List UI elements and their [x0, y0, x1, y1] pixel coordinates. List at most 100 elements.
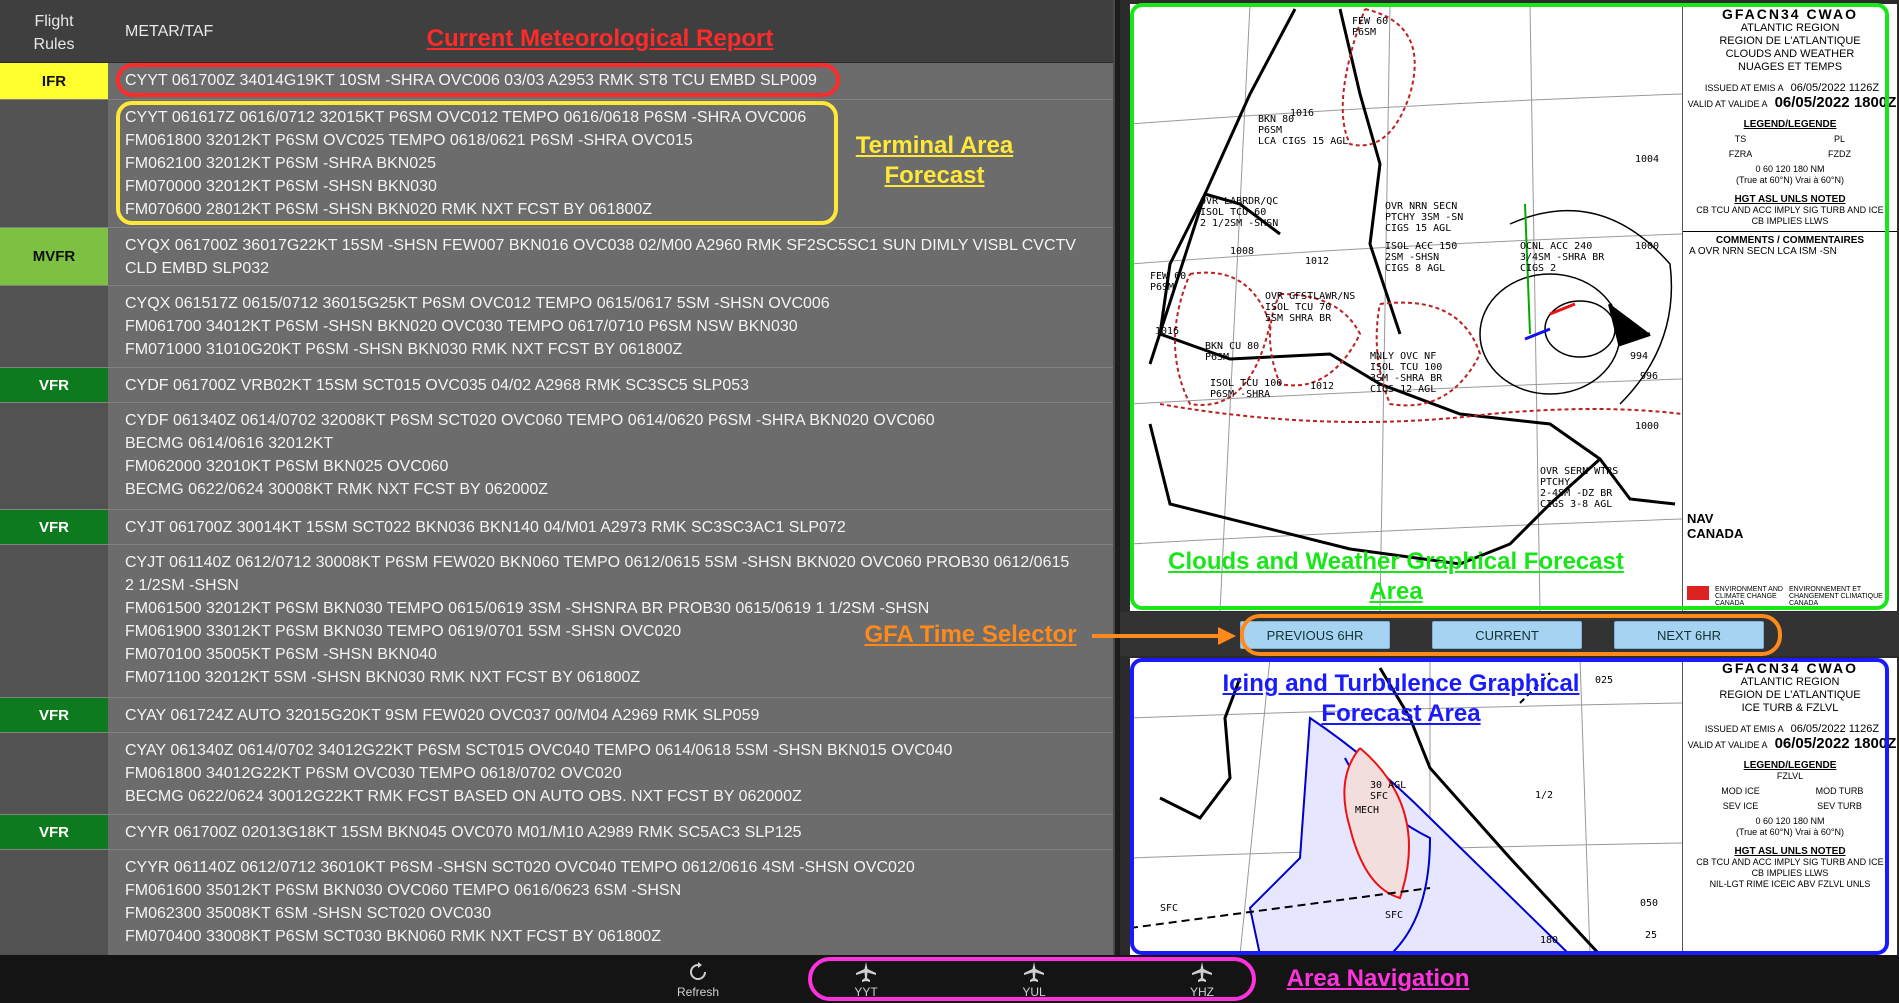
- gfa-time-arrow: [1092, 627, 1236, 645]
- flight-rules-cell: [0, 850, 108, 955]
- gfa-it-valid-label: VALID AT VALIDE A: [1687, 740, 1768, 750]
- gfa-it-region-fr: REGION DE L'ATLANTIQUE: [1719, 689, 1861, 701]
- map-label: 994: [1630, 351, 1648, 362]
- gfa-it-issued-label: ISSUED AT EMIS A: [1704, 724, 1784, 734]
- map-label: MNLY OVC NF ISOL TCU 100 3SM -SHRA BR CIGS …: [1370, 351, 1443, 395]
- map-label: OVR NRN SECN PTCHY 3SM -SN CIGS 15 AGL: [1385, 201, 1463, 234]
- metar-text: CYYR 061700Z 02013G18KT 15SM BKN045 OVC0…: [125, 824, 802, 841]
- flight-rules-cell: MVFR: [0, 228, 108, 285]
- map-label: SFC: [1160, 903, 1178, 914]
- previous-6hr-button[interactable]: PREVIOUS 6HR: [1240, 621, 1390, 649]
- flight-rules-cell: VFR: [0, 698, 108, 732]
- area-nav-yhz[interactable]: YHZ: [1162, 961, 1242, 999]
- gfa-cw-issued-label: ISSUED AT EMIS A: [1704, 83, 1784, 93]
- table-scrollbar[interactable]: [1113, 0, 1115, 955]
- current-button[interactable]: CURRENT: [1432, 621, 1582, 649]
- eccc-text-fr: ENVIRONNEMENT ET CHANGEMENT CLIMATIQUE C…: [1788, 586, 1883, 607]
- taf-annotation: Terminal Area Forecast: [855, 132, 1014, 189]
- map-label: 1012: [1305, 256, 1329, 267]
- header-flight-rules: Flight Rules: [33, 13, 75, 53]
- map-label: OVR SERN WTRS PTCHY 2-4SM -DZ BR CIGS 3-8 A…: [1540, 466, 1618, 510]
- gfa-it-fzlvl: FZLVL: [1776, 771, 1804, 781]
- gfa-it-annotation: Icing and Turbulence Graphical Forecast …: [1222, 670, 1580, 727]
- metar-row[interactable]: IFR CYYT 061700Z 34014G19KT 10SM -SHRA OV…: [0, 63, 1115, 100]
- taf-row[interactable]: CYQX 061517Z 0615/0712 36015G25KT P6SM O…: [0, 286, 1115, 368]
- gfa-it-nil-note: NIL-LGT RIME ICEIC ABV FZLVL UNLS: [1709, 879, 1871, 889]
- canada-flag-icon: [1687, 586, 1709, 600]
- map-label: 1/2: [1535, 790, 1553, 801]
- map-label: OVR GFSTLAWR/NS ISOL TCU 70 5SM SHRA BR: [1265, 291, 1355, 324]
- legend-sev-ice: SEV ICE: [1722, 801, 1759, 811]
- eccc-text-en: ENVIRONMENT AND CLIMATE CHANGE CANADA: [1715, 586, 1783, 607]
- map-label: OVR LABRDR/QC ISOL TCU 60 2 1/2SM -SHSN: [1200, 196, 1278, 229]
- gfa-cw-map-graphic: BKN 80 P6SM LCA CIGS 15 AGLOVR LABRDR/QC IS…: [1130, 4, 1682, 611]
- map-label: FEW 60 P6SM: [1150, 271, 1186, 293]
- gfa-cw-region-fr: REGION DE L'ATLANTIQUE: [1719, 35, 1861, 47]
- flight-rules-cell: [0, 733, 108, 814]
- metar-row[interactable]: MVFR CYQX 061700Z 36017G22KT 15SM -SHSN F…: [0, 228, 1115, 286]
- gfa-cw-hgt-note: HGT ASL UNLS NOTED: [1734, 194, 1846, 205]
- flight-rules-cell: [0, 545, 108, 697]
- flight-rules-cell: IFR: [0, 63, 108, 99]
- gfa-cw-code: GFACN34 CWAO: [1721, 6, 1858, 22]
- map-label: 1016: [1155, 326, 1179, 337]
- map-label: FEW 60 P6SM: [1352, 16, 1388, 38]
- next-6hr-button[interactable]: NEXT 6HR: [1614, 621, 1764, 649]
- legend-sev-turb: SEV TURB: [1817, 801, 1862, 811]
- taf-row[interactable]: CYYR 061140Z 0612/0712 36010KT P6SM -SHS…: [0, 850, 1115, 955]
- refresh-button[interactable]: Refresh: [658, 961, 738, 999]
- map-label: 1004: [1635, 154, 1659, 165]
- legend-fzra: FZRA: [1728, 149, 1753, 159]
- gfa-it-legend-title: LEGEND/LEGENDE: [1743, 760, 1837, 771]
- gfa-it-issued-row: ISSUED AT EMIS A 06/05/2022 1126Z: [1683, 723, 1897, 735]
- legend-ts: TS: [1734, 134, 1747, 144]
- map-label: 050: [1640, 898, 1658, 909]
- legend-mod-turb: MOD TURB: [1815, 786, 1864, 796]
- map-label: 1000: [1635, 241, 1659, 252]
- area-label-yhz: YHZ: [1190, 985, 1214, 999]
- gfa-it-cb-note2: CB IMPLIES LLWS: [1751, 868, 1829, 878]
- metar-row[interactable]: VFR CYJT 061700Z 30014KT 15SM SCT022 BKN0…: [0, 510, 1115, 545]
- gfa-cw-annotation: Clouds and Weather Graphical Forecast Ar…: [1168, 548, 1624, 605]
- metar-text: CYAY 061724Z AUTO 32015G20KT 9SM FEW020 …: [125, 707, 760, 724]
- taf-text: CYAY 061340Z 0614/0702 34012G22KT P6SM S…: [125, 742, 953, 805]
- bottom-toolbar: Refresh YYT YUL YHZ: [0, 955, 1899, 1003]
- area-nav-yyt[interactable]: YYT: [826, 961, 906, 999]
- map-label: 25: [1645, 930, 1657, 941]
- legend-fzdz: FZDZ: [1828, 149, 1851, 159]
- airplane-icon: [1192, 962, 1212, 982]
- gfa-cw-issued: 06/05/2022 1126Z: [1790, 82, 1880, 94]
- taf-text: CYQX 061517Z 0615/0712 36015G25KT P6SM O…: [125, 295, 830, 358]
- gfa-cw-comments-title: COMMENTS / COMMENTAIRES: [1683, 231, 1897, 246]
- metar-row[interactable]: VFR CYYR 061700Z 02013G18KT 15SM BKN045 O…: [0, 815, 1115, 850]
- header-metar-taf: METAR/TAF: [125, 23, 214, 40]
- taf-row[interactable]: CYDF 061340Z 0614/0702 32008KT P6SM SCT0…: [0, 403, 1115, 510]
- metar-text: CYYT 061700Z 34014G19KT 10SM -SHRA OVC00…: [125, 72, 817, 89]
- gfa-cw-cb-note: CB TCU AND ACC IMPLY SIG TURB AND ICE: [1696, 205, 1884, 215]
- flight-rules-cell: [0, 286, 108, 367]
- metar-text: CYJT 061700Z 30014KT 15SM SCT022 BKN036 …: [125, 519, 846, 536]
- map-label: ISOL ACC 150 2SM -SHSN CIGS 8 AGL: [1385, 241, 1457, 274]
- gfa-cw-scale-note: (True at 60°N) Vrai à 60°N): [1735, 175, 1845, 185]
- metar-text: CYDF 061700Z VRB02KT 15SM SCT015 OVC035 …: [125, 377, 750, 394]
- metar-row[interactable]: VFR CYDF 061700Z VRB02KT 15SM SCT015 OVC0…: [0, 368, 1115, 403]
- app-root: Flight Rules METAR/TAF IFR CYYT 061700Z 3…: [0, 0, 1899, 1003]
- map-label: 996: [1640, 371, 1658, 382]
- gfa-clouds-weather-map[interactable]: BKN 80 P6SM LCA CIGS 15 AGL OVR LABRDR/QC IS…: [1130, 4, 1897, 611]
- airplane-icon: [856, 962, 876, 982]
- gfa-cw-legend: GFACN34 CWAO ATLANTIC REGION REGION DE L…: [1682, 4, 1897, 611]
- gfa-cw-valid: 06/05/2022 1800Z: [1774, 94, 1897, 111]
- metar-row[interactable]: VFR CYAY 061724Z AUTO 32015G20KT 9SM FEW0…: [0, 698, 1115, 733]
- area-nav-yul[interactable]: YUL: [994, 961, 1074, 999]
- gfa-it-valid-row: VALID AT VALIDE A 06/05/2022 1800Z: [1683, 735, 1897, 752]
- flight-rules-cell: VFR: [0, 510, 108, 544]
- gfa-pane: BKN 80 P6SM LCA CIGS 15 AGL OVR LABRDR/QC IS…: [1120, 0, 1899, 955]
- map-label: 1000: [1635, 421, 1659, 432]
- gfa-cw-legend-title: LEGEND/LEGENDE: [1743, 119, 1837, 130]
- gfa-it-legend: GFACN34 CWAO ATLANTIC REGION REGION DE L…: [1682, 658, 1897, 955]
- gfa-it-cb-note: CB TCU AND ACC IMPLY SIG TURB AND ICE: [1696, 857, 1884, 867]
- current-report-annotation: Current Meteorological Report: [426, 25, 774, 52]
- map-label: 1016: [1290, 108, 1314, 119]
- taf-row[interactable]: CYAY 061340Z 0614/0702 34012G22KT P6SM S…: [0, 733, 1115, 815]
- gfa-cw-valid-label: VALID AT VALIDE A: [1687, 99, 1768, 109]
